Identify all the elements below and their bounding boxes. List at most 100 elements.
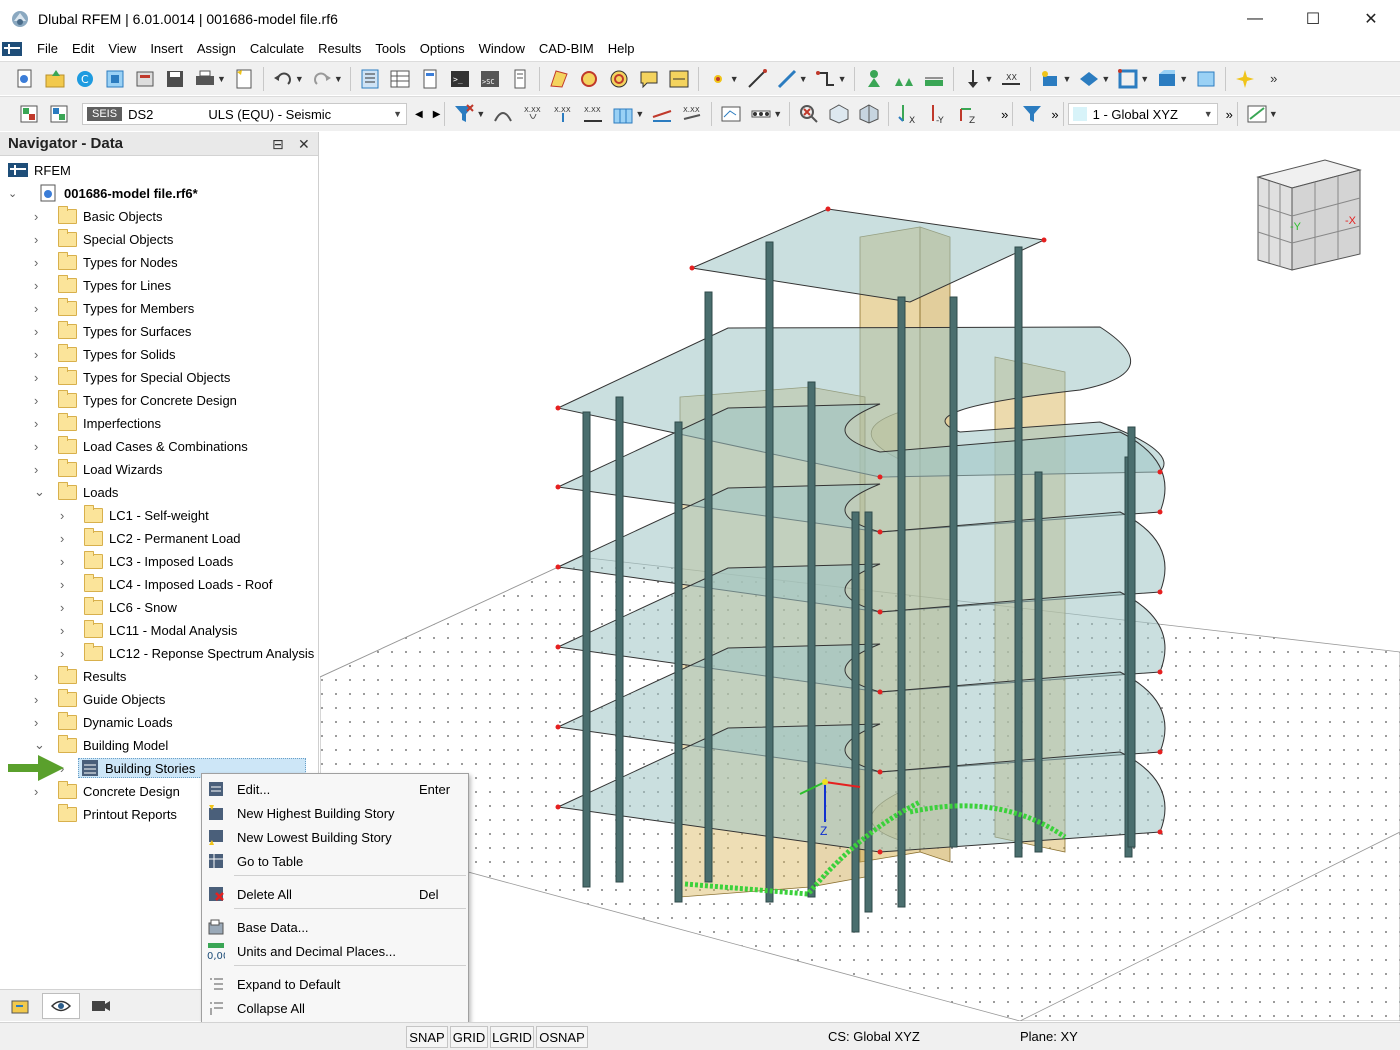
tree-model-file[interactable]: ⌄ 001686-model file.rf6* [8,182,198,204]
menu-tools[interactable]: Tools [368,38,412,60]
open-folder-icon[interactable] [44,68,66,90]
view-cube[interactable]: -Y -X [1256,159,1362,271]
load-combination-icon[interactable] [48,103,70,125]
chevron-right-icon[interactable]: › [34,347,46,362]
result-values-icon[interactable]: X.XX [681,103,703,125]
model-viewport[interactable]: Z -Y -X [320,132,1400,1021]
member-icon[interactable] [776,68,798,90]
tree-item-basic-objects[interactable]: › Basic Objects [34,205,162,227]
console-icon[interactable]: >_ [449,68,471,90]
chevron-right-icon[interactable]: › [60,623,72,638]
target-icon[interactable] [608,68,630,90]
coordinate-system-select[interactable]: 1 - Global XYZ ▼ [1067,103,1218,125]
load-xx-icon[interactable]: XX [1000,68,1022,90]
undo-icon[interactable] [272,68,294,90]
chevron-right-icon[interactable]: › [34,393,46,408]
tree-item-lc1[interactable]: › LC1 - Self-weight [60,504,209,526]
print-icon[interactable] [194,68,216,90]
values-x-icon[interactable]: X.XX [522,103,544,125]
values-load-icon[interactable]: X.XX [552,103,574,125]
view-dropdown-icon[interactable]: ▼ [1101,74,1110,84]
chevron-right-icon[interactable]: › [60,577,72,592]
menu-results[interactable]: Results [311,38,368,60]
model-structure-icon[interactable] [104,68,126,90]
navigator-toggle-icon[interactable] [359,68,381,90]
tab-views[interactable] [82,993,120,1019]
menu-item-new-highest-story[interactable]: New Highest Building Story [202,801,468,825]
rotate-view-icon[interactable] [578,68,600,90]
load-dropdown-icon[interactable]: ▼ [985,74,994,84]
section-dropdown-icon[interactable]: ▼ [1179,74,1188,84]
chevron-right-icon[interactable]: › [34,439,46,454]
iso-view-icon[interactable] [828,103,850,125]
new-model-icon[interactable] [14,68,36,90]
menu-view[interactable]: View [101,38,143,60]
menu-item-units[interactable]: 0,00 Units and Decimal Places... [202,939,468,963]
filter-dropdown-icon[interactable]: ▼ [476,109,485,119]
list-panel-icon[interactable] [509,68,531,90]
chevron-right-icon[interactable]: › [60,646,72,661]
tab-data[interactable] [2,993,40,1019]
toolbar2-more-icon[interactable]: » [1001,107,1008,122]
deformation-icon[interactable] [492,103,514,125]
menu-calculate[interactable]: Calculate [243,38,311,60]
chevron-right-icon[interactable]: › [34,692,46,707]
dimension-icon[interactable] [668,68,690,90]
menu-item-new-lowest-story[interactable]: New Lowest Building Story [202,825,468,849]
tree-item-types-solids[interactable]: › Types for Solids [34,343,176,365]
section-result-dropdown-icon[interactable]: ▼ [773,109,782,119]
menu-item-collapse-all[interactable]: Collapse All [202,996,468,1020]
menu-item-base-data[interactable]: Base Data... [202,915,468,939]
tree-item-lc3[interactable]: › LC3 - Imposed Loads [60,550,233,572]
chevron-right-icon[interactable]: › [34,255,46,270]
tree-item-types-surfaces[interactable]: › Types for Surfaces [34,320,191,342]
pin-icon[interactable]: ⊟ [272,136,284,153]
comment-icon[interactable] [638,68,660,90]
grid-toggle[interactable]: GRID [450,1026,488,1048]
grid-results-icon[interactable] [612,103,634,125]
chevron-right-icon[interactable]: › [60,600,72,615]
redo-icon[interactable] [311,68,333,90]
chevron-down-icon[interactable]: ⌄ [34,737,46,753]
close-window-button[interactable]: ✕ [1342,0,1400,38]
menu-options[interactable]: Options [413,38,472,60]
chevron-right-icon[interactable]: › [34,715,46,730]
save-icon[interactable] [164,68,186,90]
table-icon[interactable] [389,68,411,90]
frame-dropdown-icon[interactable]: ▼ [1140,74,1149,84]
menu-insert[interactable]: Insert [143,38,190,60]
chevron-right-icon[interactable]: › [34,278,46,293]
cs-more-icon[interactable]: » [1226,107,1233,122]
menu-file[interactable]: File [30,38,65,60]
result-line-icon[interactable] [651,103,673,125]
minimize-button[interactable]: — [1226,0,1284,38]
chevron-right-icon[interactable]: › [34,416,46,431]
chevron-right-icon[interactable]: › [34,784,46,799]
chevron-right-icon[interactable]: › [34,669,46,684]
filter-results-icon[interactable] [453,103,475,125]
tree-item-types-concrete[interactable]: › Types for Concrete Design [34,389,237,411]
load-case-icon[interactable] [18,103,40,125]
osnap-toggle[interactable]: OSNAP [536,1026,588,1048]
tree-item-lc4[interactable]: › LC4 - Imposed Loads - Roof [60,573,272,595]
surface-support-icon[interactable] [923,68,945,90]
zoom-cancel-icon[interactable] [798,103,820,125]
menu-window[interactable]: Window [472,38,532,60]
tree-item-load-wizards[interactable]: › Load Wizards [34,458,162,480]
surface-tool-icon[interactable] [548,68,570,90]
chevron-right-icon[interactable]: › [60,531,72,546]
cloud-icon[interactable]: C [74,68,96,90]
tree-item-concrete-design[interactable]: › Concrete Design [34,780,180,802]
display-filter-icon[interactable] [1021,103,1043,125]
tree-item-printout-reports[interactable]: Printout Reports [34,803,177,825]
tree-item-types-nodes[interactable]: › Types for Nodes [34,251,178,273]
toolbar1-more-icon[interactable]: » [1270,71,1277,86]
undo-dropdown-icon[interactable]: ▼ [295,74,304,84]
chevron-right-icon[interactable]: › [60,554,72,569]
graph-icon[interactable] [1246,103,1268,125]
maximize-button[interactable]: ☐ [1284,0,1342,38]
grid-results-dropdown-icon[interactable]: ▼ [635,109,644,119]
previous-load-icon[interactable]: ◀ [415,109,423,120]
chevron-down-icon[interactable]: ⌄ [34,484,46,500]
redo-dropdown-icon[interactable]: ▼ [334,74,343,84]
